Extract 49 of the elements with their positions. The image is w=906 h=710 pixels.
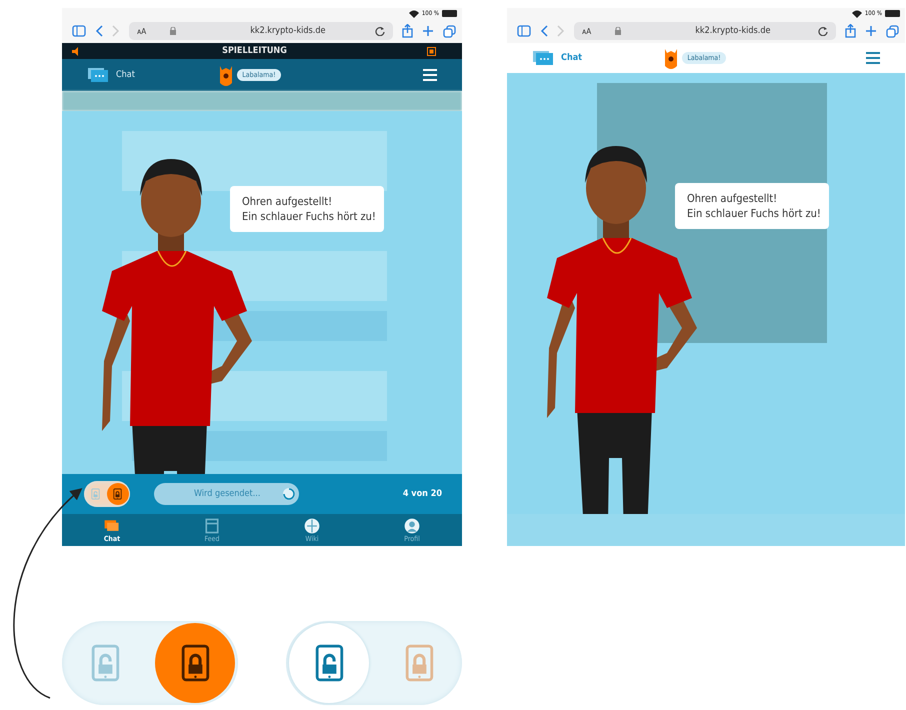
text-size-button[interactable]: ᴀA [582,26,592,36]
locked-option[interactable] [155,623,235,703]
text-size-button[interactable]: ᴀA [137,26,146,36]
speech-text: Ein schlauer Fuchs hört zu! [687,206,821,221]
chat-link[interactable]: Chat [533,51,582,65]
wifi-icon [408,10,419,18]
unlocked-tablet-icon [90,488,102,500]
battery-icon [885,10,901,17]
back-icon [540,25,548,37]
address-bar[interactable]: ᴀA kk2.krypto-kids.de [129,22,393,40]
profile-icon [402,517,422,535]
share-icon [845,24,856,38]
lock-icon [615,27,622,35]
address-bar[interactable]: ᴀA kk2.krypto-kids.de [574,22,836,40]
plus-icon [865,25,877,37]
back-icon [95,25,103,37]
speech-text: Ohren aufgestellt! [687,191,778,206]
reload-icon [375,26,385,36]
menu-icon [422,69,437,81]
locked-option[interactable] [107,483,129,505]
speech-text: Ohren aufgestellt! [242,194,334,209]
tabs-icon [443,24,456,38]
locked-tablet-icon [112,488,124,500]
forward-icon [557,25,565,37]
unlocked-option[interactable] [289,623,369,703]
reload-icon [818,26,828,36]
tabs-icon [886,24,899,38]
game-bar-title: SPIELLEITUNG [222,46,287,56]
chat-icon [533,51,553,65]
sidebar-icon [517,25,531,37]
sidebar-icon [72,25,86,37]
stop-icon [427,46,436,56]
forward-icon [112,25,120,37]
share-icon [402,24,413,38]
wiki-icon [302,517,322,535]
lock-toggle[interactable] [84,481,130,507]
lock-icon [170,27,176,35]
speech-text: Ein schlauer Fuchs hört zu! [242,209,376,224]
message-counter: 4 von 20 [402,489,442,499]
plus-icon [422,25,434,37]
url-text: kk2.krypto-kids.de [249,26,326,36]
battery-icon [442,10,458,17]
send-status-field: Wird gesendet... [154,483,299,505]
menu-icon [866,52,880,64]
chat-icon [88,68,108,82]
url-text: kk2.krypto-kids.de [694,26,772,36]
loading-spinner-icon [282,487,296,501]
chat-link[interactable]: Chat [88,68,135,82]
wifi-icon [852,10,862,18]
